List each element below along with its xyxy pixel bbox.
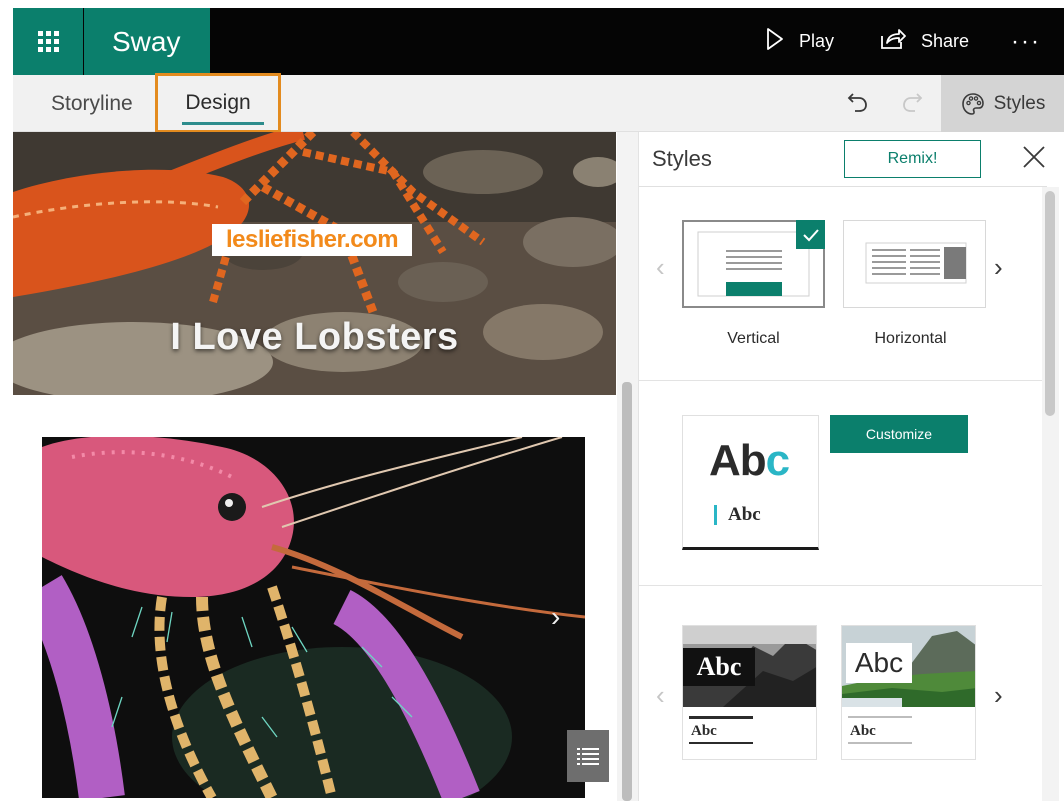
current-style-preview[interactable]: Abc Abc (682, 415, 819, 550)
tab-storyline[interactable]: Storyline (51, 75, 133, 132)
styles-button[interactable]: Styles (941, 75, 1064, 132)
styles-pane-title: Styles (652, 146, 712, 171)
style-2-body-sample: Abc (850, 723, 876, 739)
style-2-heading-sample: Abc (846, 643, 912, 683)
pane-scroll-thumb[interactable] (1045, 191, 1055, 416)
redo-button[interactable] (899, 89, 925, 115)
list-icon (577, 748, 599, 765)
lobster-image (42, 437, 585, 798)
story-title[interactable]: I Love Lobsters (13, 316, 616, 359)
customize-button[interactable]: Customize (830, 415, 968, 453)
selected-check-icon (796, 220, 825, 249)
close-icon (1023, 146, 1045, 168)
canvas-scroll-thumb[interactable] (622, 382, 632, 801)
undo-icon (847, 93, 867, 112)
story-canvas: lesliefisher.com I Love Lobsters › (13, 132, 616, 801)
styles-prev-arrow[interactable]: ‹ (656, 680, 665, 711)
styles-button-label: Styles (993, 92, 1046, 114)
tab-design[interactable]: Design (155, 73, 281, 133)
remix-button[interactable]: Remix! (844, 140, 981, 178)
section-divider (639, 585, 1042, 586)
tab-design-label: Design (185, 91, 251, 114)
style-option-2[interactable]: Abc Abc (841, 625, 976, 760)
style-2-underline (848, 742, 912, 744)
top-bar: Sway Play Share ··· (13, 8, 1064, 75)
play-button[interactable]: Play (765, 8, 834, 75)
layout-label-vertical: Vertical (727, 330, 780, 347)
active-tab-indicator (182, 122, 264, 125)
app-name[interactable]: Sway (84, 8, 210, 75)
section-divider (639, 380, 1042, 381)
watermark-label: lesliefisher.com (212, 224, 412, 256)
sway-app: Sway Play Share ··· Storyline Design Sty… (0, 0, 1064, 801)
next-image-arrow[interactable]: › (551, 601, 560, 633)
theme-heading-sample: Abc (709, 436, 790, 485)
style-option-1[interactable]: Abc Abc (682, 625, 817, 760)
theme-body-sample: Abc (728, 504, 761, 525)
waffle-icon (37, 31, 59, 52)
share-label: Share (921, 31, 970, 51)
play-label: Play (799, 31, 835, 51)
tab-bar: Storyline Design Styles (13, 73, 1064, 133)
layout-option-horizontal[interactable] (843, 220, 986, 308)
style-1-heading-sample: Abc (683, 648, 755, 686)
palette-icon (961, 92, 984, 115)
lobster-photo[interactable] (42, 437, 585, 798)
more-options-button[interactable]: ··· (1011, 8, 1041, 75)
share-button[interactable]: Share (879, 8, 969, 75)
close-pane-button[interactable] (1019, 142, 1049, 172)
styles-next-arrow[interactable]: › (994, 680, 1003, 711)
styles-pane-header: Styles Remix! (639, 132, 1047, 187)
card-options-button[interactable] (567, 730, 609, 782)
title-card[interactable]: lesliefisher.com I Love Lobsters (13, 132, 616, 395)
pane-scrollbar[interactable] (1042, 187, 1059, 801)
app-launcher-button[interactable] (13, 8, 83, 75)
layout-option-vertical[interactable] (682, 220, 825, 308)
layouts-prev-arrow[interactable]: ‹ (656, 252, 665, 283)
play-icon (765, 27, 785, 56)
layout-label-horizontal: Horizontal (874, 330, 947, 347)
horizontal-layout-thumbnail (865, 242, 967, 284)
undo-button[interactable] (845, 89, 871, 115)
style-1-underline (689, 742, 753, 744)
style-1-rule (689, 716, 753, 719)
style-2-rule (848, 716, 912, 718)
share-icon (879, 27, 907, 56)
style-1-body-sample: Abc (691, 723, 717, 739)
theme-accent-bar (714, 505, 717, 525)
canvas-scrollbar[interactable] (617, 132, 638, 801)
redo-icon (903, 93, 923, 112)
layouts-next-arrow[interactable]: › (994, 252, 1003, 283)
styles-pane: Styles Remix! ‹ Vertical Horizontal › Ab… (638, 132, 1064, 801)
